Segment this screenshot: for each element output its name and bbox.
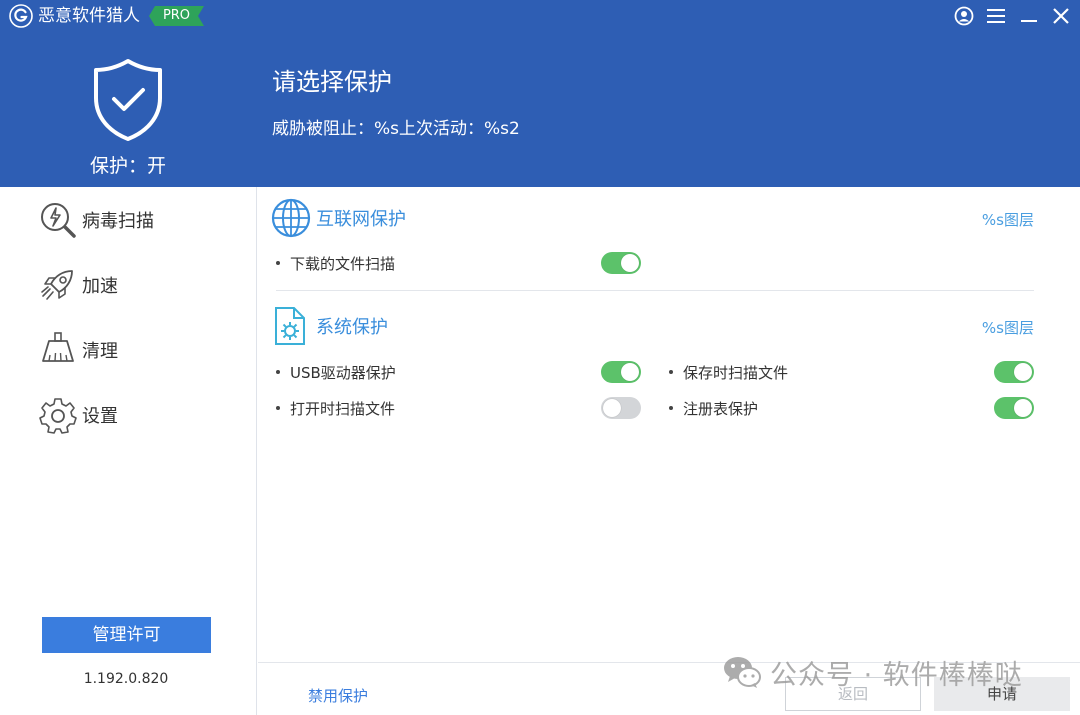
globe-icon [271,198,311,238]
hamburger-menu-icon [987,9,1005,23]
version-number: 1.192.0.820 [83,671,169,687]
bullet [669,370,673,374]
option-label: 保存时扫描文件 [683,363,789,382]
toggle-knob [1014,399,1032,417]
sidebar-item-virus-scan[interactable]: 病毒扫描 [38,200,238,240]
bullet [669,406,673,410]
app-title: 恶意软件猎人 [38,6,140,26]
toggle-knob [621,363,639,381]
section-title: 系统保护 [316,317,388,338]
sidebar: 病毒扫描 加速 清理 设置 管理许可 1.192.0.820 [0,187,257,715]
option-download-scan: 下载的文件扫描 [276,251,395,275]
sidebar-item-label: 病毒扫描 [82,211,154,232]
watermark-text: 公众号 · 软件棒棒哒 [770,659,1023,691]
main-panel: 互联网保护 %s图层 下载的文件扫描 系统保护 %s图层 USB驱动器保护 保存… [258,187,1080,715]
gear-icon [38,395,78,435]
menu-button[interactable] [984,4,1008,28]
option-registry-protection: 注册表保护 [669,396,758,420]
broom-icon [38,330,78,370]
page-title: 请选择保护 [272,68,392,96]
bullet [276,406,280,410]
pro-badge: PRO [149,6,204,26]
option-usb-protection: USB驱动器保护 [276,360,396,384]
minimize-button[interactable] [1017,4,1041,28]
file-gear-icon [275,307,305,345]
toggle-knob [621,254,639,272]
toggle-scan-on-save[interactable] [994,361,1034,383]
toggle-registry-protection[interactable] [994,397,1034,419]
protection-status: 保护：开 [89,155,166,177]
shield-check-icon [94,59,162,141]
section-title: 互联网保护 [316,209,406,230]
sidebar-item-label: 设置 [82,406,118,427]
option-label: 注册表保护 [683,399,759,418]
option-label: USB驱动器保护 [290,363,396,382]
toggle-knob [1014,363,1032,381]
internet-layer-link[interactable]: %s图层 [982,209,1034,230]
virus-scan-icon [38,200,78,240]
title-bar: 恶意软件猎人 PRO [0,0,1080,34]
system-layer-link[interactable]: %s图层 [982,317,1034,338]
toggle-download-scan[interactable] [601,252,641,274]
watermark: 公众号 · 软件棒棒哒 [722,652,1023,692]
rocket-icon [38,265,78,305]
toggle-scan-on-open[interactable] [601,397,641,419]
sidebar-item-cleanup[interactable]: 清理 [38,330,238,370]
option-scan-on-open: 打开时扫描文件 [276,396,395,420]
minimize-icon [1021,20,1037,22]
option-scan-on-save: 保存时扫描文件 [669,360,788,384]
sidebar-item-speedup[interactable]: 加速 [38,265,238,305]
user-icon [954,6,974,26]
disable-protection-link[interactable]: 禁用保护 [308,685,368,706]
manage-license-button[interactable]: 管理许可 [42,617,211,653]
account-button[interactable] [952,4,976,28]
close-icon [1053,8,1069,24]
option-label: 下载的文件扫描 [290,254,396,273]
internet-protection-header: 互联网保护 %s图层 [270,197,1034,241]
threat-summary: 威胁被阻止：%s上次活动：%s2 [272,119,520,139]
wechat-icon [724,657,761,688]
option-label: 打开时扫描文件 [290,399,396,418]
bullet [276,370,280,374]
sidebar-item-label: 清理 [82,341,118,362]
app-logo-icon [9,4,33,28]
sidebar-item-label: 加速 [82,276,118,297]
section-divider [276,290,1034,291]
close-button[interactable] [1049,4,1073,28]
toggle-usb-protection[interactable] [601,361,641,383]
bullet [276,261,280,265]
sidebar-item-settings[interactable]: 设置 [38,395,238,435]
toggle-knob [603,399,621,417]
header-banner: 恶意软件猎人 PRO 保护：开 请选择保护 威胁被阻止：%s上次活动：%s2 [0,0,1080,187]
system-protection-header: 系统保护 %s图层 [270,305,1034,349]
